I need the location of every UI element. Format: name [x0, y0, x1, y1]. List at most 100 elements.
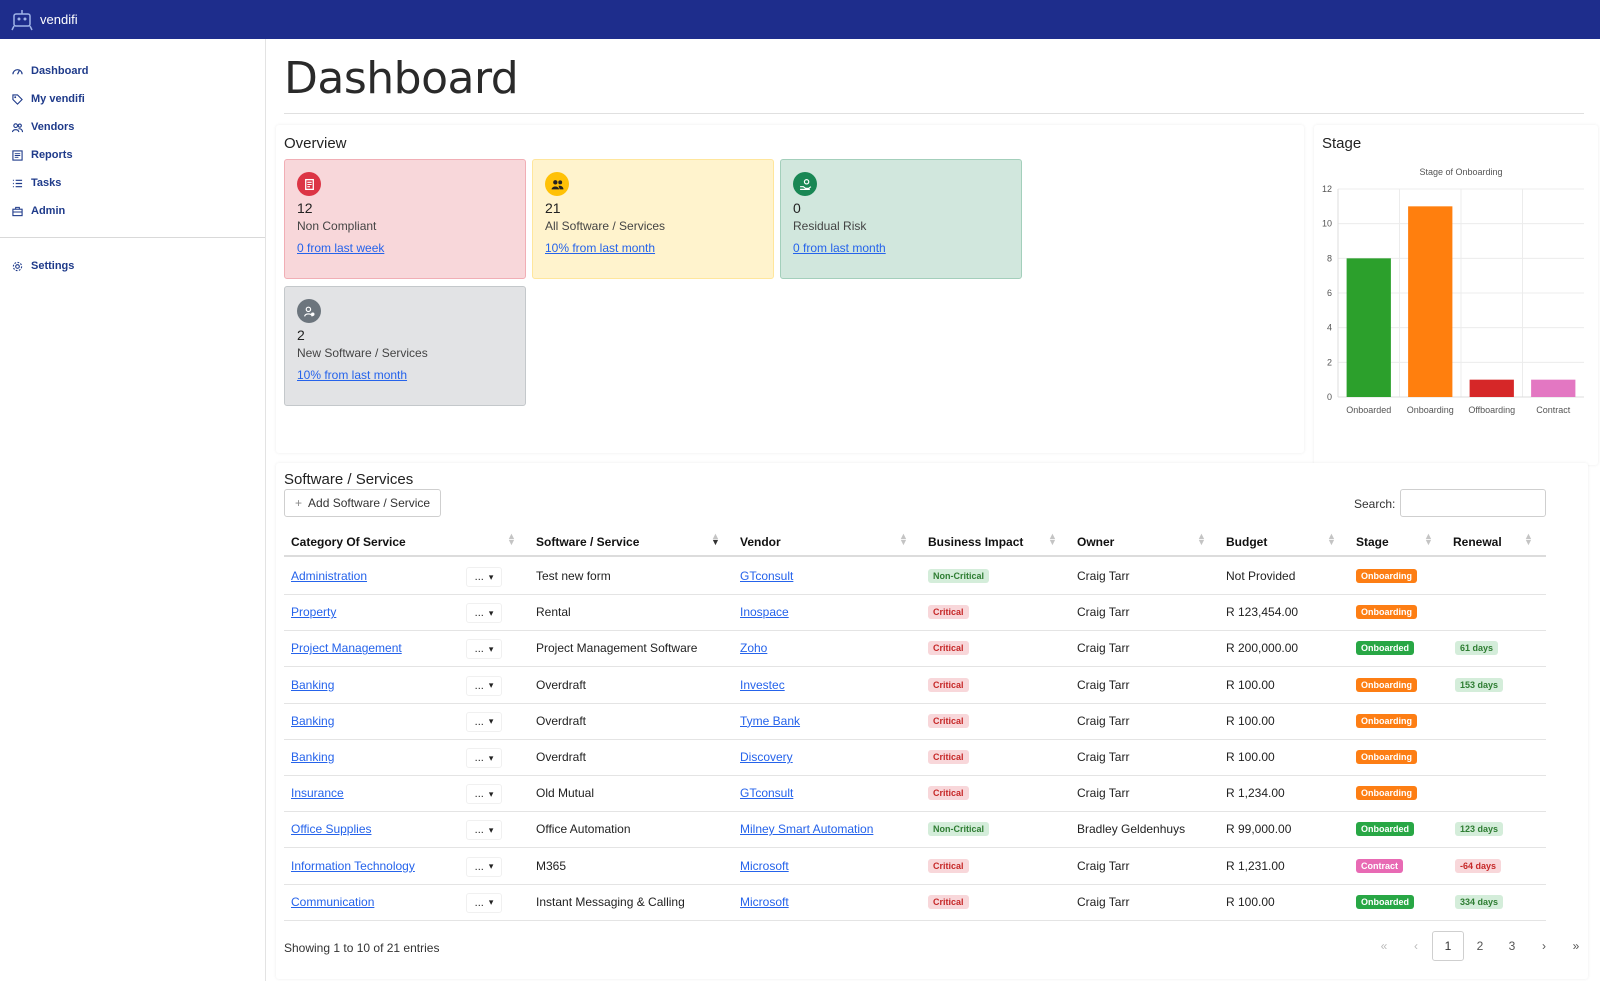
row-menu-label: ... [474, 607, 484, 620]
page-button[interactable]: 1 [1432, 931, 1464, 961]
document-icon [297, 172, 321, 196]
row-menu-button[interactable]: ... ▾ [466, 856, 502, 877]
column-header[interactable]: Stage [1356, 535, 1389, 549]
y-tick-label: 4 [1327, 323, 1332, 333]
sidebar-item-tasks[interactable]: Tasks [0, 169, 265, 197]
category-link[interactable]: Banking [291, 750, 334, 764]
category-link[interactable]: Office Supplies [291, 822, 372, 836]
page-button[interactable]: 2 [1464, 931, 1496, 961]
row-menu-button[interactable]: ... ▾ [466, 784, 502, 805]
list-icon [12, 179, 23, 187]
table-info: Showing 1 to 10 of 21 entries [284, 941, 440, 955]
card-link[interactable]: 0 from last week [297, 241, 384, 255]
budget-value: R 1,231.00 [1226, 858, 1285, 873]
caret-down-icon: ▾ [488, 861, 494, 872]
row-menu-button[interactable]: ... ▾ [466, 675, 502, 696]
plus-icon: + [295, 496, 303, 510]
vendor-link[interactable]: Microsoft [740, 895, 789, 909]
x-tick-label: Contract [1536, 405, 1571, 415]
row-menu-button[interactable]: ... ▾ [466, 567, 502, 587]
row-menu-button[interactable]: ... ▾ [466, 892, 502, 913]
bar-offboarding [1469, 379, 1514, 397]
sidebar-item-reports[interactable]: Reports [0, 141, 265, 169]
column-header[interactable]: Renewal [1453, 535, 1502, 549]
column-header[interactable]: Vendor [740, 535, 781, 549]
owner-name: Craig Tarr [1077, 786, 1130, 801]
category-link[interactable]: Insurance [291, 786, 344, 800]
hand-coin-icon [793, 172, 817, 196]
renewal-badge: 61 days [1455, 641, 1499, 656]
sort-icon[interactable]: ▲ ▼ [1524, 532, 1533, 547]
search-label: Search: [1354, 497, 1396, 511]
vendor-link[interactable]: GTconsult [740, 786, 793, 800]
row-menu-button[interactable]: ... ▾ [466, 748, 502, 768]
stage-badge: Onboarding [1356, 786, 1417, 801]
category-link[interactable]: Project Management [291, 641, 402, 655]
sidebar-item-settings[interactable]: Settings [0, 252, 265, 280]
renewal-badge: 334 days [1455, 894, 1504, 909]
row-menu-button[interactable]: ... ▾ [466, 639, 502, 660]
y-tick-label: 10 [1322, 219, 1332, 229]
next-page-button[interactable]: › [1528, 931, 1560, 961]
gear-icon [12, 261, 23, 271]
vendor-link[interactable]: Microsoft [740, 859, 789, 873]
sort-icon[interactable]: ▲ ▼ [899, 532, 908, 547]
sort-icon[interactable]: ▲ ▼ [711, 532, 720, 547]
sidebar-item-label: Settings [31, 260, 75, 272]
page-button[interactable]: 3 [1496, 931, 1528, 961]
owner-name: Craig Tarr [1077, 569, 1130, 583]
owner-name: Craig Tarr [1077, 605, 1130, 620]
owner-name: Craig Tarr [1077, 858, 1130, 873]
vendor-link[interactable]: Discovery [740, 750, 793, 764]
renewal-badge: 153 days [1455, 677, 1504, 692]
sidebar-item-admin[interactable]: Admin [0, 197, 265, 225]
vendor-link[interactable]: Inospace [740, 605, 789, 619]
x-tick-label: Offboarding [1468, 405, 1515, 415]
column-header[interactable]: Category Of Service [291, 535, 406, 549]
caret-down-icon: ▾ [488, 571, 494, 582]
vendor-link[interactable]: Tyme Bank [740, 714, 800, 728]
owner-name: Craig Tarr [1077, 641, 1130, 656]
briefcase-icon [12, 206, 23, 216]
owner-name: Craig Tarr [1077, 713, 1130, 728]
brand[interactable]: vendifi [10, 8, 78, 32]
column-header[interactable]: Budget [1226, 535, 1267, 549]
row-menu-button[interactable]: ... ▾ [466, 820, 502, 841]
card-link[interactable]: 0 from last month [793, 241, 886, 255]
column-header[interactable]: Owner [1077, 535, 1114, 549]
vendor-link[interactable]: Investec [740, 678, 785, 692]
sort-icon[interactable]: ▲ ▼ [507, 532, 516, 547]
category-link[interactable]: Banking [291, 678, 334, 692]
add-software-button[interactable]: + Add Software / Service [284, 489, 442, 517]
vendor-link[interactable]: GTconsult [740, 569, 793, 583]
card-link[interactable]: 10% from last month [297, 368, 407, 382]
sort-icon[interactable]: ▲ ▼ [1424, 532, 1433, 547]
impact-badge: Critical [928, 605, 969, 620]
card-link[interactable]: 10% from last month [545, 241, 655, 255]
sort-icon[interactable]: ▲ ▼ [1048, 532, 1057, 547]
bar-onboarding [1408, 206, 1453, 397]
sort-icon[interactable]: ▲ ▼ [1197, 532, 1206, 547]
sort-icon[interactable]: ▲ ▼ [1327, 532, 1336, 547]
sidebar-item-my-vendifi[interactable]: My vendifi [0, 85, 265, 113]
category-link[interactable]: Banking [291, 714, 334, 728]
vendor-link[interactable]: Zoho [740, 641, 767, 655]
row-menu-button[interactable]: ... ▾ [466, 711, 502, 732]
title-divider [284, 113, 1584, 114]
search-input[interactable] [1400, 489, 1546, 517]
category-link[interactable]: Administration [291, 569, 367, 583]
last-page-button[interactable]: » [1560, 931, 1592, 961]
sidebar-item-dashboard[interactable]: Dashboard [0, 57, 265, 85]
caret-down-icon: ▾ [488, 788, 494, 799]
category-link[interactable]: Communication [291, 895, 374, 909]
row-menu-label: ... [474, 788, 484, 801]
category-link[interactable]: Information Technology [291, 859, 415, 873]
sidebar-item-vendors[interactable]: Vendors [0, 113, 265, 141]
vendor-link[interactable]: Milney Smart Automation [740, 822, 873, 836]
row-menu-button[interactable]: ... ▾ [466, 603, 502, 624]
sidebar-nav-secondary: Settings [0, 252, 265, 280]
brand-name: vendifi [40, 12, 78, 27]
column-header[interactable]: Software / Service [536, 535, 639, 549]
column-header[interactable]: Business Impact [928, 535, 1023, 549]
category-link[interactable]: Property [291, 605, 336, 619]
